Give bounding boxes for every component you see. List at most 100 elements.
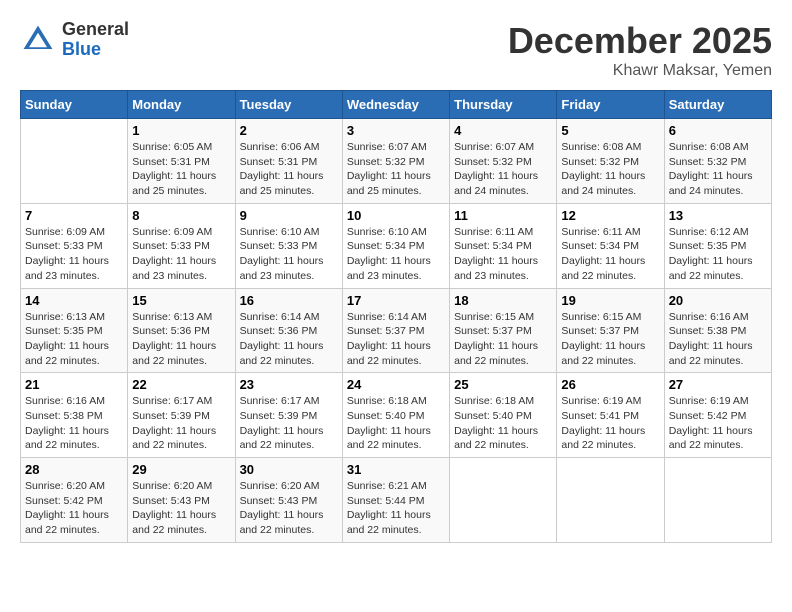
month-title: December 2025 <box>508 20 772 62</box>
calendar-cell: 22 Sunrise: 6:17 AMSunset: 5:39 PMDayligh… <box>128 373 235 458</box>
day-number: 17 <box>347 293 445 308</box>
day-info: Sunrise: 6:15 AMSunset: 5:37 PMDaylight:… <box>561 310 659 369</box>
calendar-cell <box>450 458 557 543</box>
day-info: Sunrise: 6:19 AMSunset: 5:41 PMDaylight:… <box>561 394 659 453</box>
day-info: Sunrise: 6:08 AMSunset: 5:32 PMDaylight:… <box>669 140 767 199</box>
calendar-cell: 12 Sunrise: 6:11 AMSunset: 5:34 PMDayligh… <box>557 203 664 288</box>
day-number: 6 <box>669 123 767 138</box>
day-info: Sunrise: 6:17 AMSunset: 5:39 PMDaylight:… <box>240 394 338 453</box>
calendar-cell: 25Sunrise: 6:18 AMSunset: 5:40 PMDayligh… <box>450 373 557 458</box>
logo: General Blue <box>20 20 129 60</box>
day-number: 2 <box>240 123 338 138</box>
calendar-cell: 14Sunrise: 6:13 AMSunset: 5:35 PMDayligh… <box>21 288 128 373</box>
calendar-week-4: 21 Sunrise: 6:16 AMSunset: 5:38 PMDayligh… <box>21 373 772 458</box>
calendar-cell: 26 Sunrise: 6:19 AMSunset: 5:41 PMDayligh… <box>557 373 664 458</box>
day-info: Sunrise: 6:09 AMSunset: 5:33 PMDaylight:… <box>132 225 230 284</box>
col-header-monday: Monday <box>128 91 235 119</box>
calendar-cell: 10 Sunrise: 6:10 AMSunset: 5:34 PMDayligh… <box>342 203 449 288</box>
day-number: 22 <box>132 377 230 392</box>
location: Khawr Maksar, Yemen <box>508 62 772 80</box>
day-number: 26 <box>561 377 659 392</box>
day-number: 20 <box>669 293 767 308</box>
day-info: Sunrise: 6:17 AMSunset: 5:39 PMDaylight:… <box>132 394 230 453</box>
day-number: 21 <box>25 377 123 392</box>
day-number: 3 <box>347 123 445 138</box>
day-number: 19 <box>561 293 659 308</box>
calendar-cell: 28Sunrise: 6:20 AMSunset: 5:42 PMDayligh… <box>21 458 128 543</box>
day-info: Sunrise: 6:12 AMSunset: 5:35 PMDaylight:… <box>669 225 767 284</box>
calendar-table: SundayMondayTuesdayWednesdayThursdayFrid… <box>20 90 772 543</box>
calendar-cell: 29Sunrise: 6:20 AMSunset: 5:43 PMDayligh… <box>128 458 235 543</box>
day-number: 8 <box>132 208 230 223</box>
day-number: 30 <box>240 462 338 477</box>
col-header-saturday: Saturday <box>664 91 771 119</box>
calendar-week-2: 7 Sunrise: 6:09 AMSunset: 5:33 PMDaylight… <box>21 203 772 288</box>
day-info: Sunrise: 6:15 AMSunset: 5:37 PMDaylight:… <box>454 310 552 369</box>
col-header-sunday: Sunday <box>21 91 128 119</box>
calendar-cell: 18 Sunrise: 6:15 AMSunset: 5:37 PMDayligh… <box>450 288 557 373</box>
day-info: Sunrise: 6:18 AMSunset: 5:40 PMDaylight:… <box>454 394 552 453</box>
day-number: 31 <box>347 462 445 477</box>
calendar-cell: 24Sunrise: 6:18 AMSunset: 5:40 PMDayligh… <box>342 373 449 458</box>
day-info: Sunrise: 6:10 AMSunset: 5:34 PMDaylight:… <box>347 225 445 284</box>
day-info: Sunrise: 6:08 AMSunset: 5:32 PMDaylight:… <box>561 140 659 199</box>
calendar-cell <box>21 119 128 204</box>
day-info: Sunrise: 6:20 AMSunset: 5:43 PMDaylight:… <box>240 479 338 538</box>
calendar-cell: 13 Sunrise: 6:12 AMSunset: 5:35 PMDayligh… <box>664 203 771 288</box>
logo-blue: Blue <box>62 39 101 59</box>
day-info: Sunrise: 6:11 AMSunset: 5:34 PMDaylight:… <box>561 225 659 284</box>
day-info: Sunrise: 6:07 AMSunset: 5:32 PMDaylight:… <box>454 140 552 199</box>
calendar-cell: 6 Sunrise: 6:08 AMSunset: 5:32 PMDaylight… <box>664 119 771 204</box>
day-info: Sunrise: 6:21 AMSunset: 5:44 PMDaylight:… <box>347 479 445 538</box>
day-number: 13 <box>669 208 767 223</box>
day-info: Sunrise: 6:14 AMSunset: 5:36 PMDaylight:… <box>240 310 338 369</box>
day-info: Sunrise: 6:19 AMSunset: 5:42 PMDaylight:… <box>669 394 767 453</box>
day-number: 18 <box>454 293 552 308</box>
day-number: 9 <box>240 208 338 223</box>
col-header-wednesday: Wednesday <box>342 91 449 119</box>
calendar-cell: 15Sunrise: 6:13 AMSunset: 5:36 PMDayligh… <box>128 288 235 373</box>
logo-text: General Blue <box>62 20 129 60</box>
day-info: Sunrise: 6:05 AMSunset: 5:31 PMDaylight:… <box>132 140 230 199</box>
calendar-cell: 23Sunrise: 6:17 AMSunset: 5:39 PMDayligh… <box>235 373 342 458</box>
day-number: 12 <box>561 208 659 223</box>
col-header-friday: Friday <box>557 91 664 119</box>
day-number: 29 <box>132 462 230 477</box>
calendar-cell <box>557 458 664 543</box>
day-info: Sunrise: 6:16 AMSunset: 5:38 PMDaylight:… <box>669 310 767 369</box>
calendar-week-1: 1 Sunrise: 6:05 AMSunset: 5:31 PMDaylight… <box>21 119 772 204</box>
title-block: December 2025 Khawr Maksar, Yemen <box>508 20 772 80</box>
header-row: SundayMondayTuesdayWednesdayThursdayFrid… <box>21 91 772 119</box>
day-number: 1 <box>132 123 230 138</box>
calendar-cell: 30 Sunrise: 6:20 AMSunset: 5:43 PMDayligh… <box>235 458 342 543</box>
day-info: Sunrise: 6:13 AMSunset: 5:36 PMDaylight:… <box>132 310 230 369</box>
day-number: 16 <box>240 293 338 308</box>
day-number: 4 <box>454 123 552 138</box>
calendar-week-3: 14Sunrise: 6:13 AMSunset: 5:35 PMDayligh… <box>21 288 772 373</box>
day-info: Sunrise: 6:11 AMSunset: 5:34 PMDaylight:… <box>454 225 552 284</box>
day-info: Sunrise: 6:16 AMSunset: 5:38 PMDaylight:… <box>25 394 123 453</box>
calendar-cell <box>664 458 771 543</box>
page-header: General Blue December 2025 Khawr Maksar,… <box>20 20 772 80</box>
day-info: Sunrise: 6:18 AMSunset: 5:40 PMDaylight:… <box>347 394 445 453</box>
day-number: 5 <box>561 123 659 138</box>
day-info: Sunrise: 6:14 AMSunset: 5:37 PMDaylight:… <box>347 310 445 369</box>
calendar-cell: 27 Sunrise: 6:19 AMSunset: 5:42 PMDayligh… <box>664 373 771 458</box>
day-number: 27 <box>669 377 767 392</box>
calendar-cell: 31 Sunrise: 6:21 AMSunset: 5:44 PMDayligh… <box>342 458 449 543</box>
calendar-cell: 9Sunrise: 6:10 AMSunset: 5:33 PMDaylight… <box>235 203 342 288</box>
day-number: 11 <box>454 208 552 223</box>
day-number: 14 <box>25 293 123 308</box>
calendar-cell: 21 Sunrise: 6:16 AMSunset: 5:38 PMDayligh… <box>21 373 128 458</box>
calendar-cell: 3 Sunrise: 6:07 AMSunset: 5:32 PMDaylight… <box>342 119 449 204</box>
calendar-week-5: 28Sunrise: 6:20 AMSunset: 5:42 PMDayligh… <box>21 458 772 543</box>
day-number: 10 <box>347 208 445 223</box>
day-info: Sunrise: 6:09 AMSunset: 5:33 PMDaylight:… <box>25 225 123 284</box>
calendar-cell: 5 Sunrise: 6:08 AMSunset: 5:32 PMDaylight… <box>557 119 664 204</box>
calendar-cell: 7 Sunrise: 6:09 AMSunset: 5:33 PMDaylight… <box>21 203 128 288</box>
day-info: Sunrise: 6:20 AMSunset: 5:42 PMDaylight:… <box>25 479 123 538</box>
day-number: 7 <box>25 208 123 223</box>
col-header-thursday: Thursday <box>450 91 557 119</box>
day-info: Sunrise: 6:06 AMSunset: 5:31 PMDaylight:… <box>240 140 338 199</box>
day-info: Sunrise: 6:07 AMSunset: 5:32 PMDaylight:… <box>347 140 445 199</box>
